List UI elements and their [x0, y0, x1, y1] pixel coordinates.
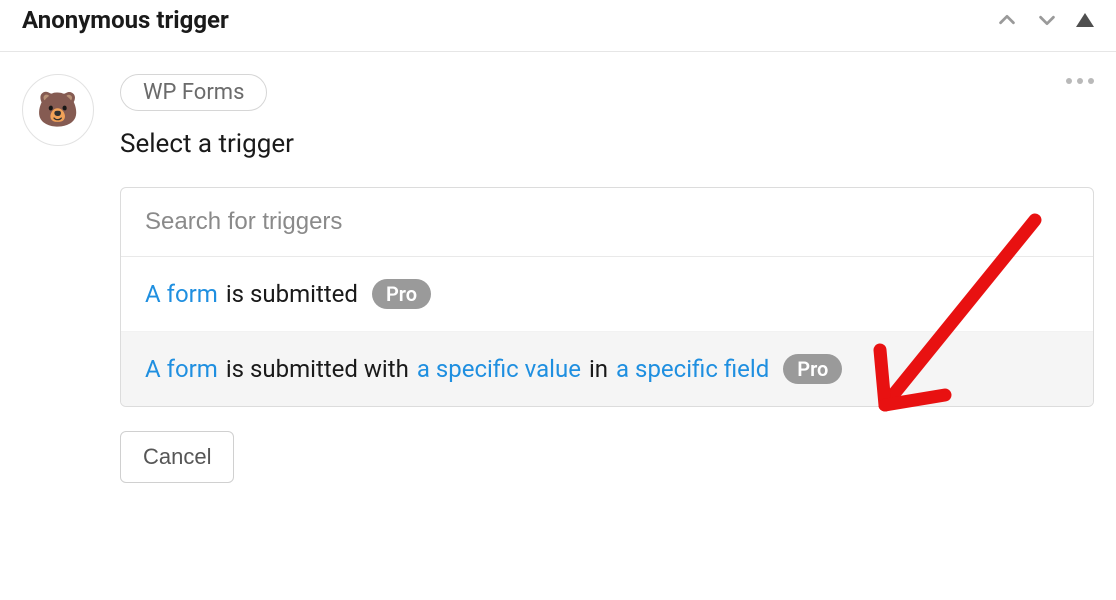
- search-input[interactable]: [145, 208, 1069, 236]
- trigger-token-text: is submitted: [226, 280, 358, 308]
- select-trigger-label: Select a trigger: [120, 129, 1094, 159]
- panel-controls: [996, 9, 1094, 31]
- trigger-token-link: a specific field: [616, 355, 769, 383]
- trigger-option[interactable]: A form is submitted Pro: [121, 257, 1093, 332]
- move-up-button[interactable]: [996, 9, 1018, 31]
- integration-avatar: 🐻: [22, 74, 94, 146]
- dot-icon: [1088, 78, 1094, 84]
- chevron-down-icon: [1036, 9, 1058, 31]
- collapse-button[interactable]: [1076, 13, 1094, 27]
- more-options-button[interactable]: [1066, 78, 1094, 84]
- pro-badge: Pro: [783, 354, 842, 384]
- panel-content: 🐻 WP Forms Select a trigger A form is sub…: [0, 52, 1116, 483]
- integration-pill[interactable]: WP Forms: [120, 74, 267, 111]
- integration-pill-label: WP Forms: [143, 80, 244, 105]
- trigger-token-text: in: [589, 355, 608, 383]
- trigger-main: WP Forms Select a trigger A form is submi…: [120, 74, 1094, 483]
- cancel-row: Cancel: [120, 431, 1094, 483]
- move-down-button[interactable]: [1036, 9, 1058, 31]
- panel-header: Anonymous trigger: [0, 0, 1116, 52]
- panel-title: Anonymous trigger: [22, 6, 229, 34]
- trigger-token-link: A form: [145, 355, 218, 383]
- bear-icon: 🐻: [37, 93, 79, 127]
- dot-icon: [1066, 78, 1072, 84]
- chevron-up-icon: [996, 9, 1018, 31]
- trigger-token-link: a specific value: [417, 355, 581, 383]
- cancel-button[interactable]: Cancel: [120, 431, 234, 483]
- pro-badge: Pro: [372, 279, 431, 309]
- trigger-option[interactable]: A form is submitted with a specific value i…: [121, 332, 1093, 406]
- search-row: [121, 188, 1093, 257]
- trigger-dropdown: A form is submitted Pro A form is submitted …: [120, 187, 1094, 407]
- trigger-token-link: A form: [145, 280, 218, 308]
- trigger-token-text: is submitted with: [226, 355, 409, 383]
- dot-icon: [1077, 78, 1083, 84]
